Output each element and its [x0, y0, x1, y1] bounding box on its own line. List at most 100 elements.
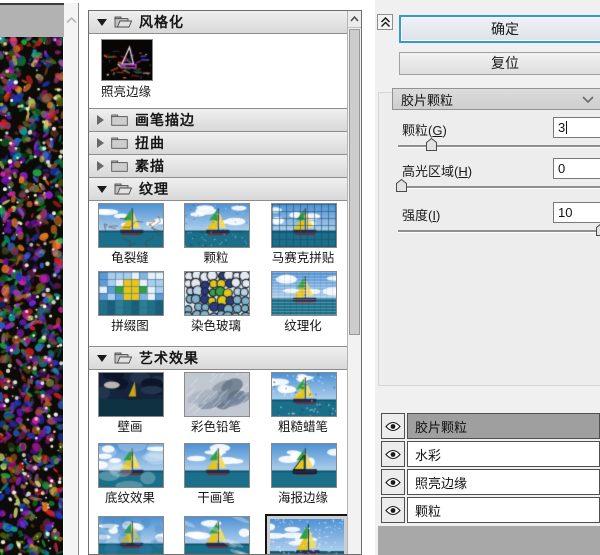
- filter-thumbnail-拼缀图[interactable]: [98, 271, 164, 316]
- filter-thumbnail-颗粒[interactable]: [184, 203, 250, 248]
- filter-thumbnail-干画笔[interactable]: [184, 443, 250, 488]
- visibility-toggle[interactable]: [381, 497, 405, 523]
- filter-category-header[interactable]: 风格化: [89, 11, 348, 34]
- filter-thumbnail-image: [101, 39, 153, 81]
- effect-layer-name: 胶片颗粒: [407, 413, 600, 439]
- filter-thumbnail-label: 海报边缘: [260, 487, 346, 506]
- filter-thumbnail-马赛克拼贴[interactable]: [271, 203, 337, 248]
- visibility-toggle[interactable]: [381, 441, 405, 467]
- category-label: 画笔描边: [135, 110, 195, 130]
- slider-label: 高光区域(H): [402, 161, 472, 180]
- filter-thumbnail-image: [98, 372, 164, 417]
- filter-category-header[interactable]: 艺术效果: [89, 347, 348, 370]
- eye-icon: [385, 505, 401, 516]
- filter-thumbnail-image: [98, 271, 164, 316]
- filter-category-header[interactable]: 画笔描边: [89, 109, 348, 132]
- slider-handle-icon: [426, 138, 437, 151]
- layer-list-footer: [378, 526, 600, 555]
- folder-open-icon: [114, 183, 132, 195]
- scroll-up-icon[interactable]: [64, 11, 78, 29]
- category-label: 风格化: [139, 12, 184, 32]
- triangle-collapsed-icon: [97, 115, 104, 125]
- folder-open-icon: [114, 16, 132, 28]
- slider-value-input[interactable]: 10: [553, 202, 600, 223]
- filter-thumbnail-image: [271, 203, 337, 248]
- text-caret: [566, 121, 567, 134]
- scroll-up-icon[interactable]: [348, 11, 361, 28]
- slider-value-input[interactable]: 0: [553, 158, 600, 179]
- filter-thumbnail-image: [271, 271, 337, 316]
- preview-top-bar: [0, 3, 64, 37]
- filter-thumbnail-label: 龟裂缝: [88, 247, 173, 266]
- filter-thumbnail-照亮边缘[interactable]: [101, 39, 153, 81]
- folder-icon: [111, 114, 128, 126]
- filter-thumbnail-image: [184, 203, 250, 248]
- slider-handle[interactable]: [426, 138, 437, 151]
- filter-thumbnail-label: 染色玻璃: [173, 315, 259, 334]
- filter-thumbnail-label: 颗粒: [173, 247, 259, 266]
- folder-icon: [114, 183, 132, 195]
- eye-icon: [385, 421, 401, 432]
- filter-category-panel: 风格化照亮边缘画笔描边扭曲素描纹理龟裂缝颗粒马赛克拼贴拼缀图染色玻璃纹理化艺术效…: [88, 10, 362, 555]
- eye-icon: [385, 477, 401, 488]
- filter-thumbnail-image: [184, 516, 250, 555]
- category-label: 素描: [135, 156, 165, 176]
- filter-thumbnail-label: 马赛克拼贴: [260, 247, 346, 266]
- filter-thumbnail-label: 粗糙蜡笔: [260, 416, 346, 435]
- slider-handle-icon: [396, 179, 407, 192]
- filter-thumbnail[interactable]: [265, 514, 349, 555]
- slider-track[interactable]: [398, 186, 600, 189]
- effect-layer-row[interactable]: 颗粒: [381, 497, 600, 523]
- filter-thumbnail-壁画[interactable]: [98, 372, 164, 417]
- category-label: 纹理: [139, 179, 169, 199]
- filter-category-header[interactable]: 扭曲: [89, 132, 348, 155]
- folder-icon: [114, 352, 132, 364]
- filter-thumbnail-底纹效果[interactable]: [98, 443, 164, 488]
- preview-scrollbar[interactable]: [64, 3, 79, 555]
- triangle-collapsed-icon: [97, 138, 104, 148]
- visibility-toggle[interactable]: [381, 469, 405, 495]
- folder-icon: [111, 160, 128, 172]
- filter-thumbnail-label: 纹理化: [260, 315, 346, 334]
- filter-panel-scrollbar[interactable]: [347, 11, 361, 554]
- filter-category-stack: 风格化照亮边缘画笔描边扭曲素描纹理龟裂缝颗粒马赛克拼贴拼缀图染色玻璃纹理化艺术效…: [89, 11, 348, 555]
- effect-layer-row[interactable]: 水彩: [381, 441, 600, 467]
- folder-closed-icon: [111, 160, 128, 172]
- folder-open-icon: [114, 352, 132, 364]
- filter-category-header[interactable]: 素描: [89, 155, 348, 178]
- filter-thumbnail-龟裂缝[interactable]: [98, 203, 164, 248]
- filter-thumbnail[interactable]: [98, 516, 164, 555]
- slider-track[interactable]: [398, 230, 600, 233]
- slider-handle[interactable]: [596, 223, 600, 236]
- slider-value: 0: [558, 161, 565, 176]
- slider-label: 颗粒(G): [402, 120, 447, 139]
- effect-layer-list: 胶片颗粒水彩照亮边缘颗粒: [381, 413, 600, 525]
- filter-thumbnail-label: 照亮边缘: [89, 81, 163, 100]
- category-label: 扭曲: [135, 133, 165, 153]
- filter-category-header[interactable]: 纹理: [89, 178, 348, 201]
- filter-thumbnail-label: 壁画: [88, 416, 173, 435]
- visibility-toggle[interactable]: [381, 413, 405, 439]
- eye-icon: [385, 449, 401, 460]
- filter-thumbnail-image: [98, 203, 164, 248]
- effect-layer-row[interactable]: 照亮边缘: [381, 469, 600, 495]
- filter-thumbnail-label: 底纹效果: [88, 487, 173, 506]
- triangle-expanded-icon: [97, 19, 107, 26]
- effect-layer-name: 颗粒: [407, 497, 600, 523]
- filter-thumbnail-彩色铅笔[interactable]: [184, 372, 250, 417]
- filter-thumbnail-染色玻璃[interactable]: [184, 271, 250, 316]
- effect-layer-row[interactable]: 胶片颗粒: [381, 413, 600, 439]
- filter-thumbnail-海报边缘[interactable]: [271, 443, 337, 488]
- triangle-collapsed-icon: [97, 161, 104, 171]
- filter-thumbnail-image: [184, 443, 250, 488]
- filter-thumbnail-粗糙蜡笔[interactable]: [271, 372, 337, 417]
- scrollbar-thumb[interactable]: [349, 29, 360, 335]
- slider-value-input[interactable]: 3: [553, 117, 600, 138]
- filter-thumbnail-image: [184, 271, 250, 316]
- slider-handle[interactable]: [396, 179, 407, 192]
- filter-thumbnail-纹理化[interactable]: [271, 271, 337, 316]
- image-preview[interactable]: [0, 37, 63, 555]
- folder-closed-icon: [111, 114, 128, 126]
- filter-thumbnail[interactable]: [184, 516, 250, 555]
- category-content: 照亮边缘: [89, 34, 348, 109]
